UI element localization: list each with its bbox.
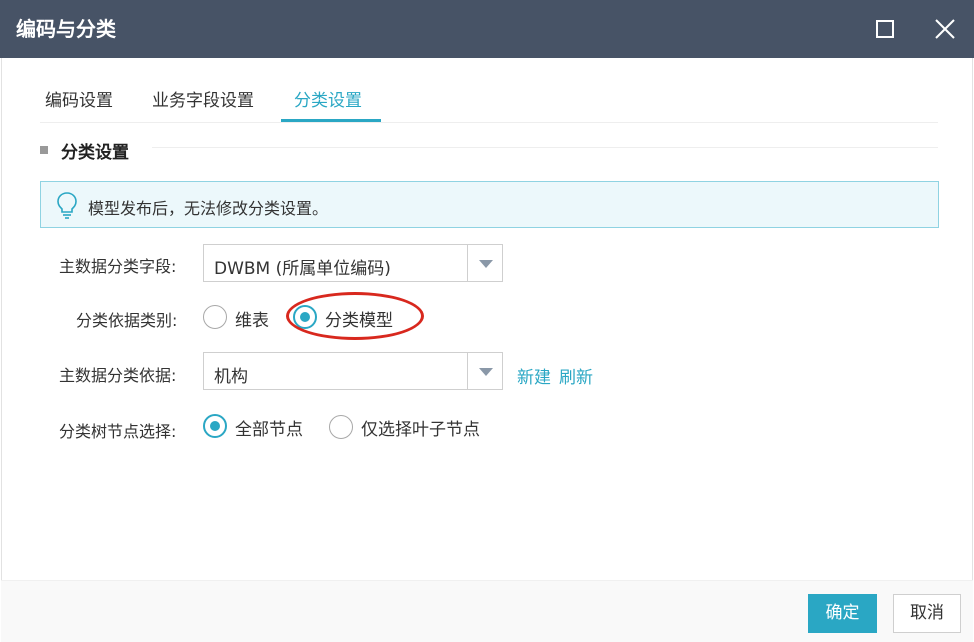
classify-field-label: 主数据分类字段: [59, 257, 177, 276]
radio-all-nodes-label[interactable]: 全部节点 [235, 415, 303, 440]
notice-text: 模型发布后，无法修改分类设置。 [88, 199, 329, 218]
new-link[interactable]: 新建 [517, 363, 551, 388]
tab-divider [40, 122, 938, 123]
classify-basis-label: 主数据分类依据: [59, 366, 177, 385]
close-icon [935, 19, 955, 39]
dialog-titlebar: 编码与分类 [0, 0, 974, 58]
chevron-down-icon[interactable] [467, 245, 502, 281]
radio-dimension-table-label[interactable]: 维表 [235, 306, 269, 331]
close-button[interactable] [930, 14, 960, 44]
maximize-button[interactable] [870, 14, 900, 44]
chevron-down-icon[interactable] [467, 353, 502, 389]
radio-leaf-nodes-only-label[interactable]: 仅选择叶子节点 [361, 415, 480, 440]
tab-coding-settings[interactable]: 编码设置 [45, 86, 113, 111]
tab-classification-settings[interactable]: 分类设置 [294, 86, 362, 111]
dialog-title: 编码与分类 [16, 17, 116, 41]
lightbulb-icon [57, 192, 77, 219]
dialog-body: 编码设置 业务字段设置 分类设置 分类设置 模型发布后，无法修改分类设置。 [1, 58, 973, 641]
radio-leaf-nodes-only[interactable] [329, 415, 353, 439]
maximize-icon [876, 20, 894, 38]
notice-banner: 模型发布后，无法修改分类设置。 [40, 181, 939, 228]
classify-field-select[interactable]: DWBM (所属单位编码) [203, 244, 503, 282]
section-marker-icon [40, 146, 48, 154]
tab-bar: 编码设置 业务字段设置 分类设置 [2, 58, 974, 122]
tab-business-field-settings[interactable]: 业务字段设置 [152, 86, 254, 111]
radio-classification-model[interactable] [293, 305, 317, 329]
radio-classification-model-label[interactable]: 分类模型 [325, 306, 393, 331]
classify-field-value: DWBM (所属单位编码) [214, 259, 391, 279]
classify-basis-select[interactable]: 机构 [203, 352, 503, 390]
refresh-link[interactable]: 刷新 [559, 363, 593, 388]
section-title: 分类设置 [61, 143, 129, 163]
cancel-button[interactable]: 取消 [893, 594, 961, 633]
section-divider [152, 147, 938, 148]
radio-dimension-table[interactable] [203, 305, 227, 329]
radio-all-nodes[interactable] [203, 414, 227, 438]
tree-node-select-label: 分类树节点选择: [59, 422, 177, 441]
confirm-button[interactable]: 确定 [808, 594, 877, 633]
classify-basis-value: 机构 [214, 367, 248, 387]
basis-type-label: 分类依据类别: [76, 311, 178, 330]
